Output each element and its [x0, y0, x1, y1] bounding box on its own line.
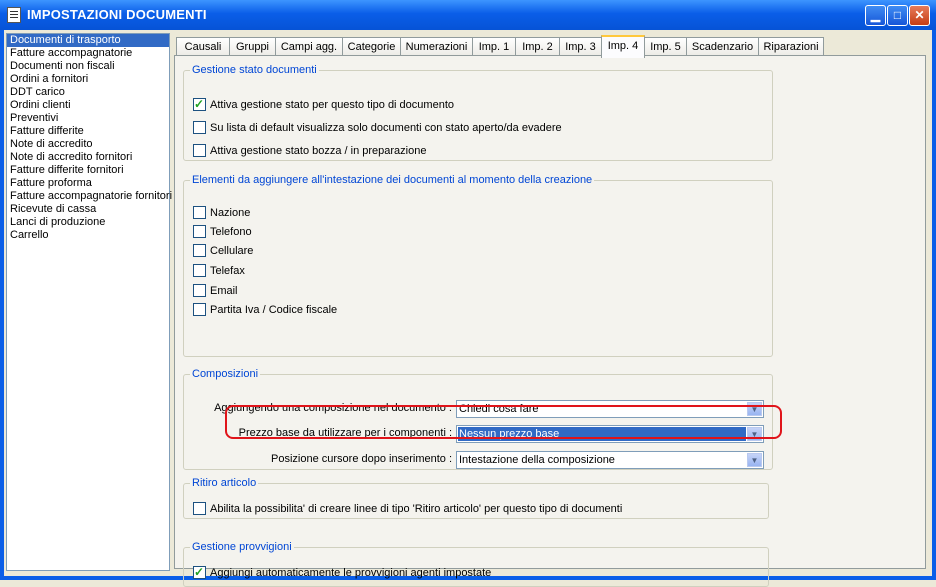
checkbox-label: Su lista di default visualizza solo docu… [210, 122, 562, 134]
group-title: Gestione stato documenti [192, 64, 317, 76]
checkbox-label: Abilita la possibilita' di creare linee … [210, 503, 623, 515]
checkbox-label: Partita Iva / Codice fiscale [210, 304, 338, 316]
tab-imp-3[interactable]: Imp. 3 [559, 37, 602, 56]
list-item[interactable]: Documenti di trasporto [7, 34, 169, 47]
list-item[interactable]: Fatture differite [7, 125, 169, 138]
select-posizione-cursore[interactable]: Intestazione della composizione ▼ [456, 451, 764, 469]
checkbox-label: Telefono [210, 226, 252, 238]
list-item[interactable]: Ricevute di cassa [7, 203, 169, 216]
list-item[interactable]: Fatture differite fornitori [7, 164, 169, 177]
checkbox-lista-default[interactable]: Su lista di default visualizza solo docu… [193, 120, 562, 136]
tab-riparazioni[interactable]: Riparazioni [758, 37, 824, 56]
checkbox-ritiro-articolo[interactable]: Abilita la possibilita' di creare linee … [193, 501, 622, 517]
list-item[interactable]: DDT carico [7, 86, 169, 99]
list-item[interactable]: Ordini a fornitori [7, 73, 169, 86]
checkbox-box[interactable] [193, 263, 206, 277]
tab-campi-agg[interactable]: Campi agg. [275, 37, 343, 56]
tab-imp-1[interactable]: Imp. 1 [472, 37, 516, 56]
tab-imp-4[interactable]: Imp. 4 [601, 35, 645, 58]
checkbox-label: Nazione [210, 207, 251, 219]
checkbox-box[interactable] [193, 96, 206, 112]
checkbox-box[interactable] [193, 501, 206, 515]
checkbox-stato-bozza[interactable]: Attiva gestione stato bozza / in prepara… [193, 143, 426, 159]
group-gestione-provvigioni: Gestione provvigioni Aggiungi automatica… [183, 541, 769, 587]
minimize-icon: ▁ [870, 8, 881, 22]
list-item[interactable]: Note di accredito [7, 138, 169, 151]
document-type-list[interactable]: Documenti di trasporto Fatture accompagna… [6, 33, 172, 571]
list-item[interactable]: Carrello [7, 229, 169, 242]
checkbox-attiva-gestione-stato[interactable]: Attiva gestione stato per questo tipo di… [193, 96, 454, 113]
checkbox-cellulare[interactable]: Cellulare [193, 243, 253, 259]
checkbox-box[interactable] [193, 302, 206, 316]
group-title: Gestione provvigioni [192, 541, 292, 553]
checkbox-box[interactable] [193, 224, 206, 238]
window-title: IMPOSTAZIONI DOCUMENTI [27, 7, 207, 22]
checkbox-label: Attiva gestione stato per questo tipo di… [210, 99, 454, 111]
close-icon: ✕ [914, 8, 925, 22]
list-item[interactable]: Fatture accompagnatorie [7, 47, 169, 60]
list-item[interactable]: Preventivi [7, 112, 169, 125]
checkbox-label: Attiva gestione stato bozza / in prepara… [210, 145, 427, 157]
tab-numerazioni[interactable]: Numerazioni [400, 37, 473, 56]
group-title: Composizioni [192, 368, 259, 380]
checkbox-telefono[interactable]: Telefono [193, 224, 252, 240]
list-item[interactable]: Fatture accompagnatorie fornitori [7, 190, 172, 203]
tab-imp-5[interactable]: Imp. 5 [644, 37, 687, 56]
checkbox-box[interactable] [193, 283, 206, 297]
tab-panel-imp4: Gestione stato documenti Attiva gestione… [174, 55, 926, 587]
main-window: IMPOSTAZIONI DOCUMENTI ▁ □ ✕ Documenti d… [0, 0, 936, 587]
group-elementi-intestazione: Elementi da aggiungere all'intestazione … [183, 174, 773, 357]
checkbox-box[interactable] [193, 143, 206, 157]
chevron-down-icon[interactable]: ▼ [747, 453, 762, 467]
list-item[interactable]: Note di accredito fornitori [7, 151, 169, 164]
tab-imp-2[interactable]: Imp. 2 [515, 37, 560, 56]
tab-gruppi[interactable]: Gruppi [229, 37, 276, 56]
document-icon [7, 7, 21, 23]
group-ritiro-articolo: Ritiro articolo Abilita la possibilita' … [183, 477, 769, 519]
title-bar[interactable]: IMPOSTAZIONI DOCUMENTI ▁ □ ✕ [0, 0, 936, 30]
group-title: Elementi da aggiungere all'intestazione … [192, 174, 593, 186]
annotation-highlight [225, 405, 782, 439]
list-item[interactable]: Lanci di produzione [7, 216, 169, 229]
list-item[interactable]: Ordini clienti [7, 99, 169, 112]
maximize-button[interactable]: □ [887, 5, 908, 26]
checkbox-box[interactable] [193, 205, 206, 219]
checkbox-label: Telefax [210, 265, 245, 277]
list-item[interactable]: Fatture proforma [7, 177, 169, 190]
checkbox-label: Aggiungi automaticamente le provvigioni … [210, 567, 492, 579]
checkbox-box[interactable] [193, 120, 206, 134]
select-value: Intestazione della composizione [459, 454, 615, 466]
checkbox-nazione[interactable]: Nazione [193, 205, 250, 221]
group-gestione-stato: Gestione stato documenti Attiva gestione… [183, 64, 773, 161]
checkbox-box[interactable] [193, 564, 206, 580]
checkbox-box[interactable] [193, 243, 206, 257]
minimize-button[interactable]: ▁ [865, 5, 886, 26]
label-posizione-cursore: Posizione cursore dopo inserimento : [271, 453, 452, 465]
checkbox-label: Email [210, 285, 238, 297]
list-item[interactable]: Documenti non fiscali [7, 60, 169, 73]
tab-causali[interactable]: Causali [176, 37, 230, 56]
group-title: Ritiro articolo [192, 477, 257, 489]
checkbox-telefax[interactable]: Telefax [193, 263, 245, 279]
checkbox-email[interactable]: Email [193, 283, 238, 299]
close-button[interactable]: ✕ [909, 5, 930, 26]
tab-categorie[interactable]: Categorie [342, 37, 401, 56]
checkbox-partita-iva[interactable]: Partita Iva / Codice fiscale [193, 302, 337, 318]
checkbox-provvigioni-agenti[interactable]: Aggiungi automaticamente le provvigioni … [193, 564, 492, 581]
maximize-icon: □ [893, 8, 902, 22]
checkbox-label: Cellulare [210, 245, 254, 257]
tab-scadenzario[interactable]: Scadenzario [686, 37, 759, 56]
window-client: Documenti di trasporto Fatture accompagna… [4, 30, 932, 587]
